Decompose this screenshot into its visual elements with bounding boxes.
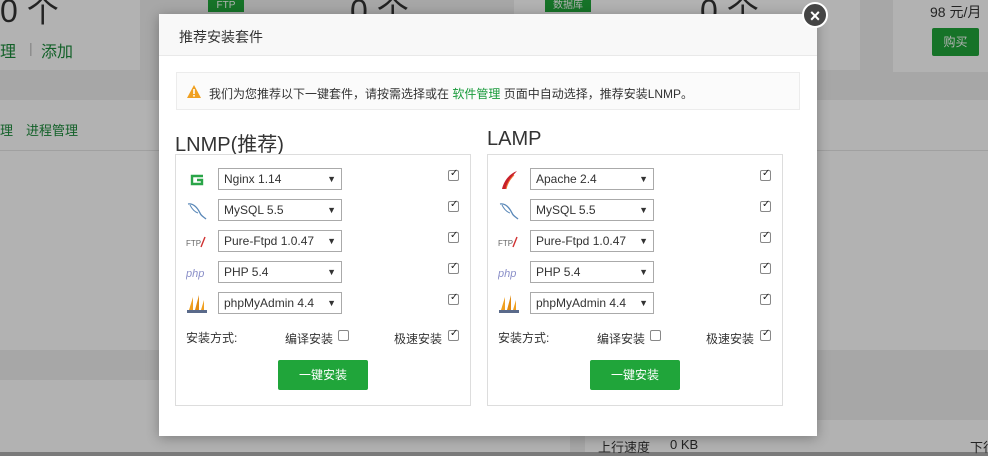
lamp-row-phpmyadmin: phpMyAdmin 4.4 ▼ [488,292,782,316]
lnmp-php-select[interactable]: PHP 5.4 ▼ [218,261,342,283]
close-icon[interactable]: × [802,2,828,28]
software-manage-link[interactable]: 软件管理 [452,87,500,101]
lamp-apache-select[interactable]: Apache 2.4 ▼ [530,168,654,190]
lnmp-php-checkbox[interactable] [448,261,459,274]
lnmp-mysql-value: MySQL 5.5 [224,203,284,217]
chevron-down-icon: ▼ [327,267,336,277]
php-icon: php [498,268,516,280]
lnmp-compile-label: 编译安装 [285,332,334,346]
lamp-row-mysql: MySQL 5.5 ▼ [488,199,782,223]
mysql-icon [187,203,207,220]
chevron-down-icon: ▼ [327,298,336,308]
lnmp-mysql-select[interactable]: MySQL 5.5 ▼ [218,199,342,221]
dialog-header: 推荐安装套件 [159,14,817,56]
svg-text:php: php [498,268,516,280]
lamp-php-value: PHP 5.4 [536,265,581,279]
phpmyadmin-icon [499,295,519,313]
lnmp-mysql-checkbox[interactable] [448,199,459,212]
chevron-down-icon: ▼ [639,205,648,215]
recommend-notice: 我们为您推荐以下一键套件，请按需选择或在 软件管理 页面中自动选择，推荐安装LN… [176,72,800,110]
lnmp-row-nginx: Nginx 1.14 ▼ [176,168,470,192]
chevron-down-icon: ▼ [327,174,336,184]
lamp-compile-checkbox[interactable] [650,330,661,341]
lamp-ftp-select[interactable]: Pure-Ftpd 1.0.47 ▼ [530,230,654,252]
lamp-row-php: php PHP 5.4 ▼ [488,261,782,285]
lnmp-row-mysql: MySQL 5.5 ▼ [176,199,470,223]
lnmp-install-method-label: 安装方式: [186,331,238,345]
chevron-down-icon: ▼ [639,174,648,184]
lnmp-phpmyadmin-value: phpMyAdmin 4.4 [224,296,315,310]
nginx-icon [190,174,204,186]
warning-icon [187,85,201,98]
lamp-phpmyadmin-select[interactable]: phpMyAdmin 4.4 ▼ [530,292,654,314]
notice-text-before: 我们为您推荐以下一键套件，请按需选择或在 [209,87,453,101]
lamp-mysql-checkbox[interactable] [760,199,771,212]
lamp-apache-checkbox[interactable] [760,168,771,181]
lnmp-compile-checkbox[interactable] [338,330,349,341]
lamp-ftp-checkbox[interactable] [760,230,771,243]
lnmp-nginx-select[interactable]: Nginx 1.14 ▼ [218,168,342,190]
lamp-install-method-label: 安装方式: [498,331,550,345]
phpmyadmin-icon [187,295,207,313]
chevron-down-icon: ▼ [639,267,648,277]
lamp-fast-checkbox[interactable] [760,328,771,341]
chevron-down-icon: ▼ [639,298,648,308]
lamp-php-select[interactable]: PHP 5.4 ▼ [530,261,654,283]
lamp-row-ftp: FTP Pure-Ftpd 1.0.47 ▼ [488,230,782,254]
chevron-down-icon: ▼ [639,236,648,246]
apache-icon [502,171,517,190]
lnmp-row-ftp: FTP Pure-Ftpd 1.0.47 ▼ [176,230,470,254]
lnmp-phpmyadmin-checkbox[interactable] [448,292,459,305]
php-icon: php [186,268,204,280]
lnmp-title: LNMP(推荐) [175,134,284,156]
ftp-icon: FTP [498,236,518,248]
lamp-phpmyadmin-value: phpMyAdmin 4.4 [536,296,627,310]
ftp-icon: FTP [186,236,206,248]
lamp-panel: Apache 2.4 ▼ MySQL 5.5 ▼ FTP Pure-Ftpd 1.0… [487,154,783,406]
lamp-php-checkbox[interactable] [760,261,771,274]
lamp-title: LAMP [487,128,542,150]
lamp-mysql-select[interactable]: MySQL 5.5 ▼ [530,199,654,221]
lamp-compile-label: 编译安装 [597,332,646,346]
lamp-ftp-value: Pure-Ftpd 1.0.47 [536,234,627,248]
dialog-title: 推荐安装套件 [179,29,263,45]
lnmp-phpmyadmin-select[interactable]: phpMyAdmin 4.4 ▼ [218,292,342,314]
lnmp-nginx-checkbox[interactable] [448,168,459,181]
lamp-mysql-value: MySQL 5.5 [536,203,596,217]
notice-text: 我们为您推荐以下一键套件，请按需选择或在 软件管理 页面中自动选择，推荐安装LN… [209,85,693,102]
lnmp-row-php: php PHP 5.4 ▼ [176,261,470,285]
lnmp-ftp-checkbox[interactable] [448,230,459,243]
lamp-install-button[interactable]: 一键安装 [590,360,680,390]
lnmp-panel: Nginx 1.14 ▼ MySQL 5.5 ▼ FTP Pure-Ftpd 1.0… [175,154,471,406]
lnmp-fast-label: 极速安装 [394,332,443,346]
lnmp-ftp-value: Pure-Ftpd 1.0.47 [224,234,315,248]
lamp-phpmyadmin-checkbox[interactable] [760,292,771,305]
svg-text:php: php [186,268,204,280]
lnmp-row-phpmyadmin: phpMyAdmin 4.4 ▼ [176,292,470,316]
lamp-row-apache: Apache 2.4 ▼ [488,168,782,192]
lamp-apache-value: Apache 2.4 [536,172,597,186]
install-suite-dialog: 推荐安装套件 我们为您推荐以下一键套件，请按需选择或在 软件管理 页面中自动选择… [159,14,817,436]
lnmp-install-button[interactable]: 一键安装 [278,360,368,390]
mysql-icon [499,203,519,220]
chevron-down-icon: ▼ [327,205,336,215]
svg-text:FTP: FTP [186,239,201,248]
lamp-fast-label: 极速安装 [706,332,755,346]
lnmp-ftp-select[interactable]: Pure-Ftpd 1.0.47 ▼ [218,230,342,252]
chevron-down-icon: ▼ [327,236,336,246]
lnmp-nginx-value: Nginx 1.14 [224,172,282,186]
lnmp-fast-checkbox[interactable] [448,328,459,341]
lnmp-php-value: PHP 5.4 [224,265,269,279]
svg-text:FTP: FTP [498,239,513,248]
notice-text-after: 页面中自动选择，推荐安装LNMP。 [500,87,694,101]
